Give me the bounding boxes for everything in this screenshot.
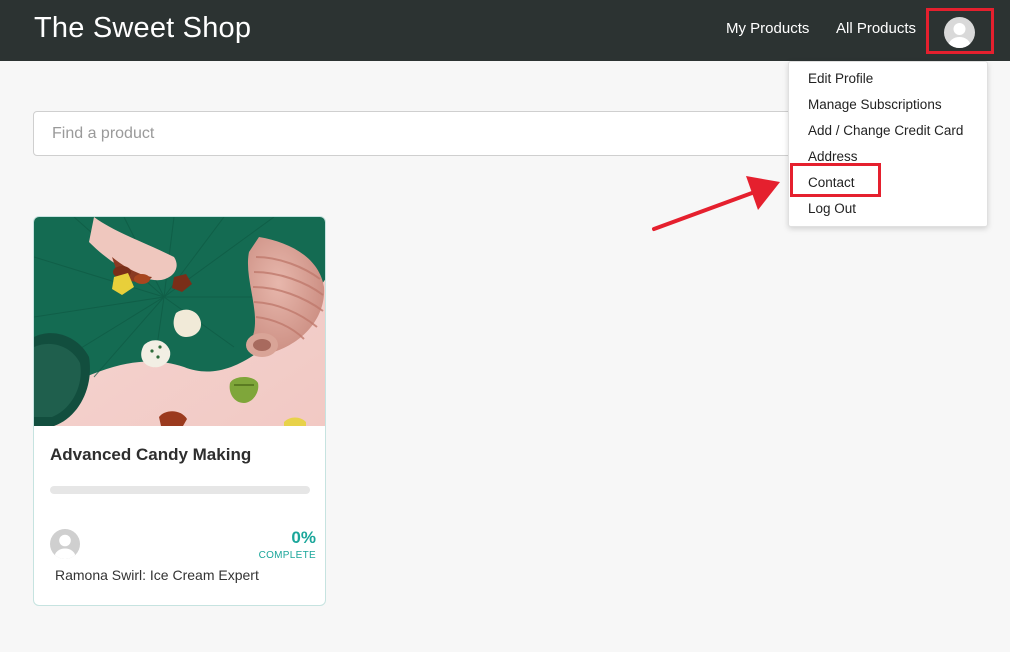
nav-all-products[interactable]: All Products	[836, 20, 916, 37]
nav-my-products[interactable]: My Products	[726, 20, 809, 37]
menu-item-edit-profile[interactable]: Edit Profile	[808, 71, 873, 86]
progress-complete-label: COMPLETE	[258, 550, 316, 561]
annotation-arrow-icon	[652, 176, 780, 231]
top-navigation-bar: The Sweet Shop My Products All Products	[0, 0, 1010, 61]
menu-item-address[interactable]: Address	[808, 149, 858, 164]
progress-bar	[50, 486, 310, 494]
contact-highlight-box	[790, 163, 881, 197]
progress-percent: 0%	[291, 528, 316, 547]
product-title[interactable]: Advanced Candy Making	[50, 445, 251, 465]
profile-menu-button[interactable]	[926, 8, 994, 54]
product-card[interactable]: Advanced Candy Making 0% COMPLETE Ramona…	[33, 216, 326, 606]
menu-item-manage-subscriptions[interactable]: Manage Subscriptions	[808, 97, 942, 112]
profile-dropdown-menu: Edit Profile Manage Subscriptions Add / …	[788, 61, 988, 227]
search-input[interactable]	[33, 111, 833, 156]
brand-title[interactable]: The Sweet Shop	[34, 12, 251, 45]
author-name: Ramona Swirl: Ice Cream Expert	[55, 567, 259, 583]
menu-item-credit-card[interactable]: Add / Change Credit Card	[808, 123, 963, 138]
user-avatar-icon	[944, 17, 975, 48]
author-avatar-icon	[50, 529, 80, 559]
menu-item-log-out[interactable]: Log Out	[808, 201, 856, 216]
product-image	[34, 217, 325, 426]
